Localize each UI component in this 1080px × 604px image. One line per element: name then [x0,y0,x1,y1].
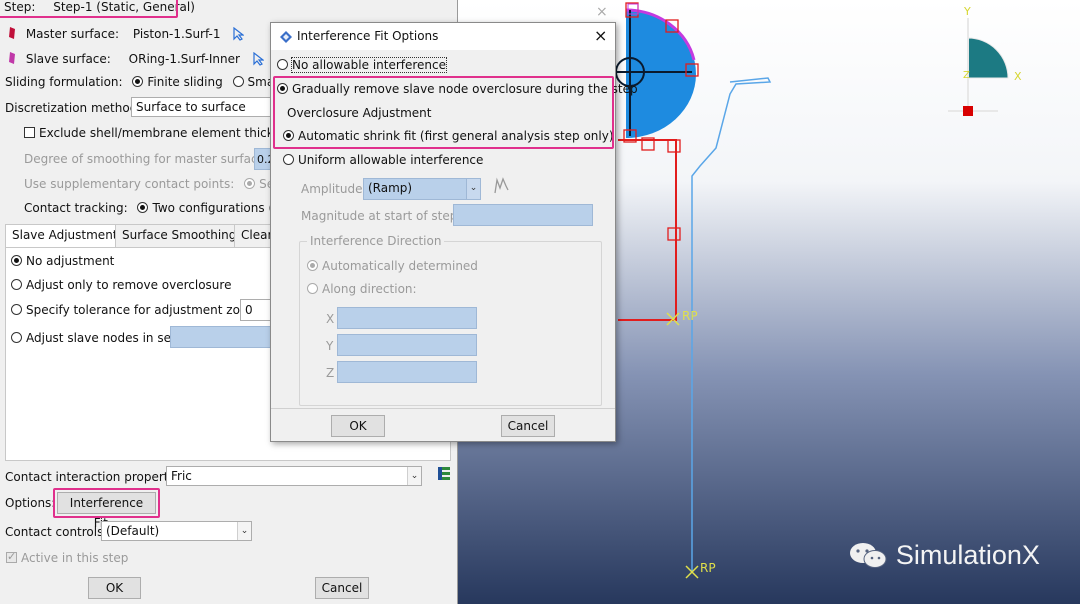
uniform-interference-radio[interactable]: Uniform allowable interference [283,153,483,167]
master-surface-row: Master surface: Piston-1.Surf-1 [8,26,246,41]
direction-y-label: Y [326,339,334,353]
property-label: Contact interaction property: [5,470,179,484]
select-pointer-icon[interactable] [252,51,265,66]
watermark: SimulationX [848,540,1040,571]
dialog-ok-button[interactable]: OK [331,415,385,437]
degree-smoothing-label: Degree of smoothing for master surface: [24,152,270,166]
oring-outline [691,77,772,572]
master-surface-value: Piston-1.Surf-1 [132,27,221,41]
options-label: Options: [5,496,56,510]
surface-marker-icon [9,52,15,64]
auto-determined-radio[interactable]: Automatically determined [307,259,478,273]
amplitude-label: Amplitude: [301,182,367,196]
slave-surface-value: ORing-1.Surf-Inner [128,52,240,66]
triad-z-label: Z [963,70,970,81]
contact-controls-label: Contact controls: [5,525,108,539]
direction-z-field[interactable] [337,361,477,383]
interference-direction-heading: Interference Direction [307,234,445,248]
tab-surface-smoothing[interactable]: Surface Smoothing [115,224,244,247]
supplementary-label: Use supplementary contact points: [24,177,235,191]
no-interference-radio[interactable]: No allowable interference [277,57,448,73]
triad-y-label: Y [964,5,971,18]
surface-marker-icon [9,27,15,39]
sliding-label: Sliding formulation: [5,75,123,89]
magnitude-field[interactable] [453,204,593,226]
editor-cancel-button[interactable]: Cancel [315,577,369,599]
interference-fit-highlight [53,488,160,518]
step-highlight [0,0,178,18]
property-select[interactable]: Fric ⌄ [166,466,422,486]
interference-fit-dialog: Interference Fit Options × No allowable … [270,22,638,442]
sliding-finite-radio[interactable]: Finite sliding [132,75,223,89]
direction-x-field[interactable] [337,307,477,329]
sliding-formulation-row: Sliding formulation: Finite sliding Smal… [5,75,294,89]
exclude-shell-checkbox[interactable]: Exclude shell/membrane element thicknes [24,126,295,140]
tab-slave-adjustment[interactable]: Slave Adjustment [5,224,125,248]
dialog-divider [271,408,615,409]
dialog-cancel-button[interactable]: Cancel [501,415,555,437]
piston-part [608,8,696,138]
discretization-select[interactable]: Surface to surface [131,97,271,117]
editor-ok-button[interactable]: OK [88,577,141,599]
direction-x-label: X [326,312,335,326]
master-surface-label: Master surface: [25,27,120,41]
tolerance-field[interactable]: 0 [240,299,272,321]
dialog-title: Interference Fit Options [297,29,439,43]
select-pointer-icon[interactable] [232,26,246,41]
reference-point-markers [666,312,699,579]
discretization-label: Discretization method: [5,101,142,115]
rp-label-upper: RP [682,309,698,323]
specify-tolerance-radio[interactable]: Specify tolerance for adjustment zone: [11,303,259,317]
direction-y-field[interactable] [337,334,477,356]
slave-surface-label: Slave surface: [25,52,111,66]
adjust-overclosure-radio[interactable]: Adjust only to remove overclosure [11,278,231,292]
chat-bubbles-icon [850,543,887,568]
contact-tracking-row: Contact tracking: Two configurations (pa… [24,201,293,215]
no-adjustment-radio[interactable]: No adjustment [11,254,114,268]
active-in-step-checkbox[interactable]: Active in this step [6,550,128,565]
slave-nodes-set-field[interactable] [170,326,272,348]
amplitude-select[interactable]: (Ramp) ⌄ [363,178,481,200]
rp-label-lower: RP [700,561,716,575]
dialog-titlebar: Interference Fit Options × [271,23,615,50]
overclosure-highlight [273,76,614,149]
tracking-label: Contact tracking: [24,201,128,215]
dialog-app-icon [280,31,292,43]
triad-x-label: X [1014,70,1022,83]
adjust-slave-nodes-radio[interactable]: Adjust slave nodes in set: [11,331,180,345]
slave-surface-row: Slave surface: ORing-1.Surf-Inner [8,51,265,66]
axis-triad [948,18,1009,116]
along-direction-radio[interactable]: Along direction: [307,282,417,296]
direction-z-label: Z [326,366,335,380]
property-manager-icon[interactable] [437,466,451,482]
viewport-close-icon[interactable]: × [596,4,608,20]
watermark-text: SimulationX [895,540,1040,570]
dialog-close-icon[interactable]: × [594,26,607,45]
amplitude-curve-icon[interactable] [493,176,513,196]
supplementary-row: Use supplementary contact points: Select [24,177,296,191]
magnitude-label: Magnitude at start of step: [301,209,462,223]
contact-controls-select[interactable]: (Default) ⌄ [101,521,252,541]
